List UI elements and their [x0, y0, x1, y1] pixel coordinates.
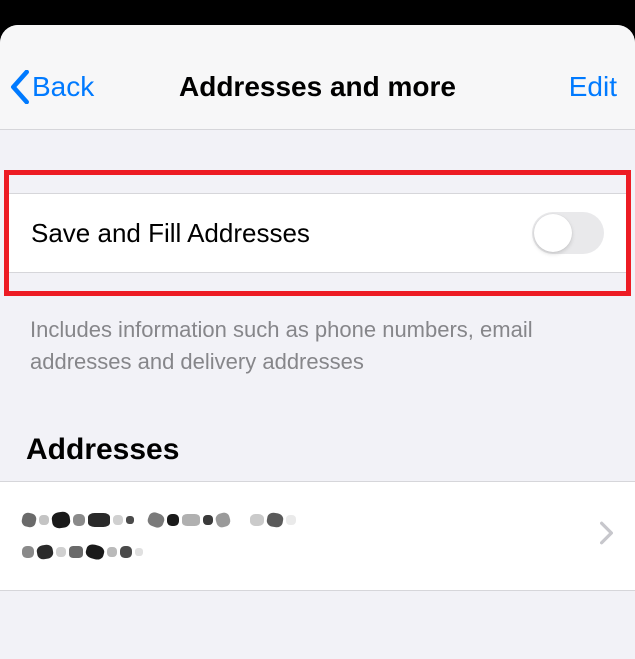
- navigation-bar: Back Addresses and more Edit: [0, 25, 635, 130]
- addresses-section-header: Addresses: [0, 378, 635, 481]
- highlighted-toggle-group: Save and Fill Addresses: [4, 170, 631, 296]
- page-title: Addresses and more: [179, 71, 456, 103]
- device-notch-area: [0, 0, 635, 25]
- toggle-knob: [534, 214, 572, 252]
- address-redacted-content: [22, 508, 600, 564]
- back-button[interactable]: Back: [10, 70, 94, 104]
- save-fill-addresses-label: Save and Fill Addresses: [31, 218, 532, 249]
- settings-sheet: Back Addresses and more Edit Save and Fi…: [0, 25, 635, 659]
- toggle-footer-description: Includes information such as phone numbe…: [0, 296, 635, 378]
- address-item-row[interactable]: [0, 481, 635, 591]
- chevron-left-icon: [10, 70, 30, 104]
- save-fill-addresses-toggle[interactable]: [532, 212, 604, 254]
- chevron-right-icon: [600, 521, 613, 550]
- back-label: Back: [32, 71, 94, 103]
- save-fill-addresses-row: Save and Fill Addresses: [9, 193, 626, 273]
- edit-button[interactable]: Edit: [569, 71, 617, 103]
- content-area: Save and Fill Addresses Includes informa…: [0, 130, 635, 591]
